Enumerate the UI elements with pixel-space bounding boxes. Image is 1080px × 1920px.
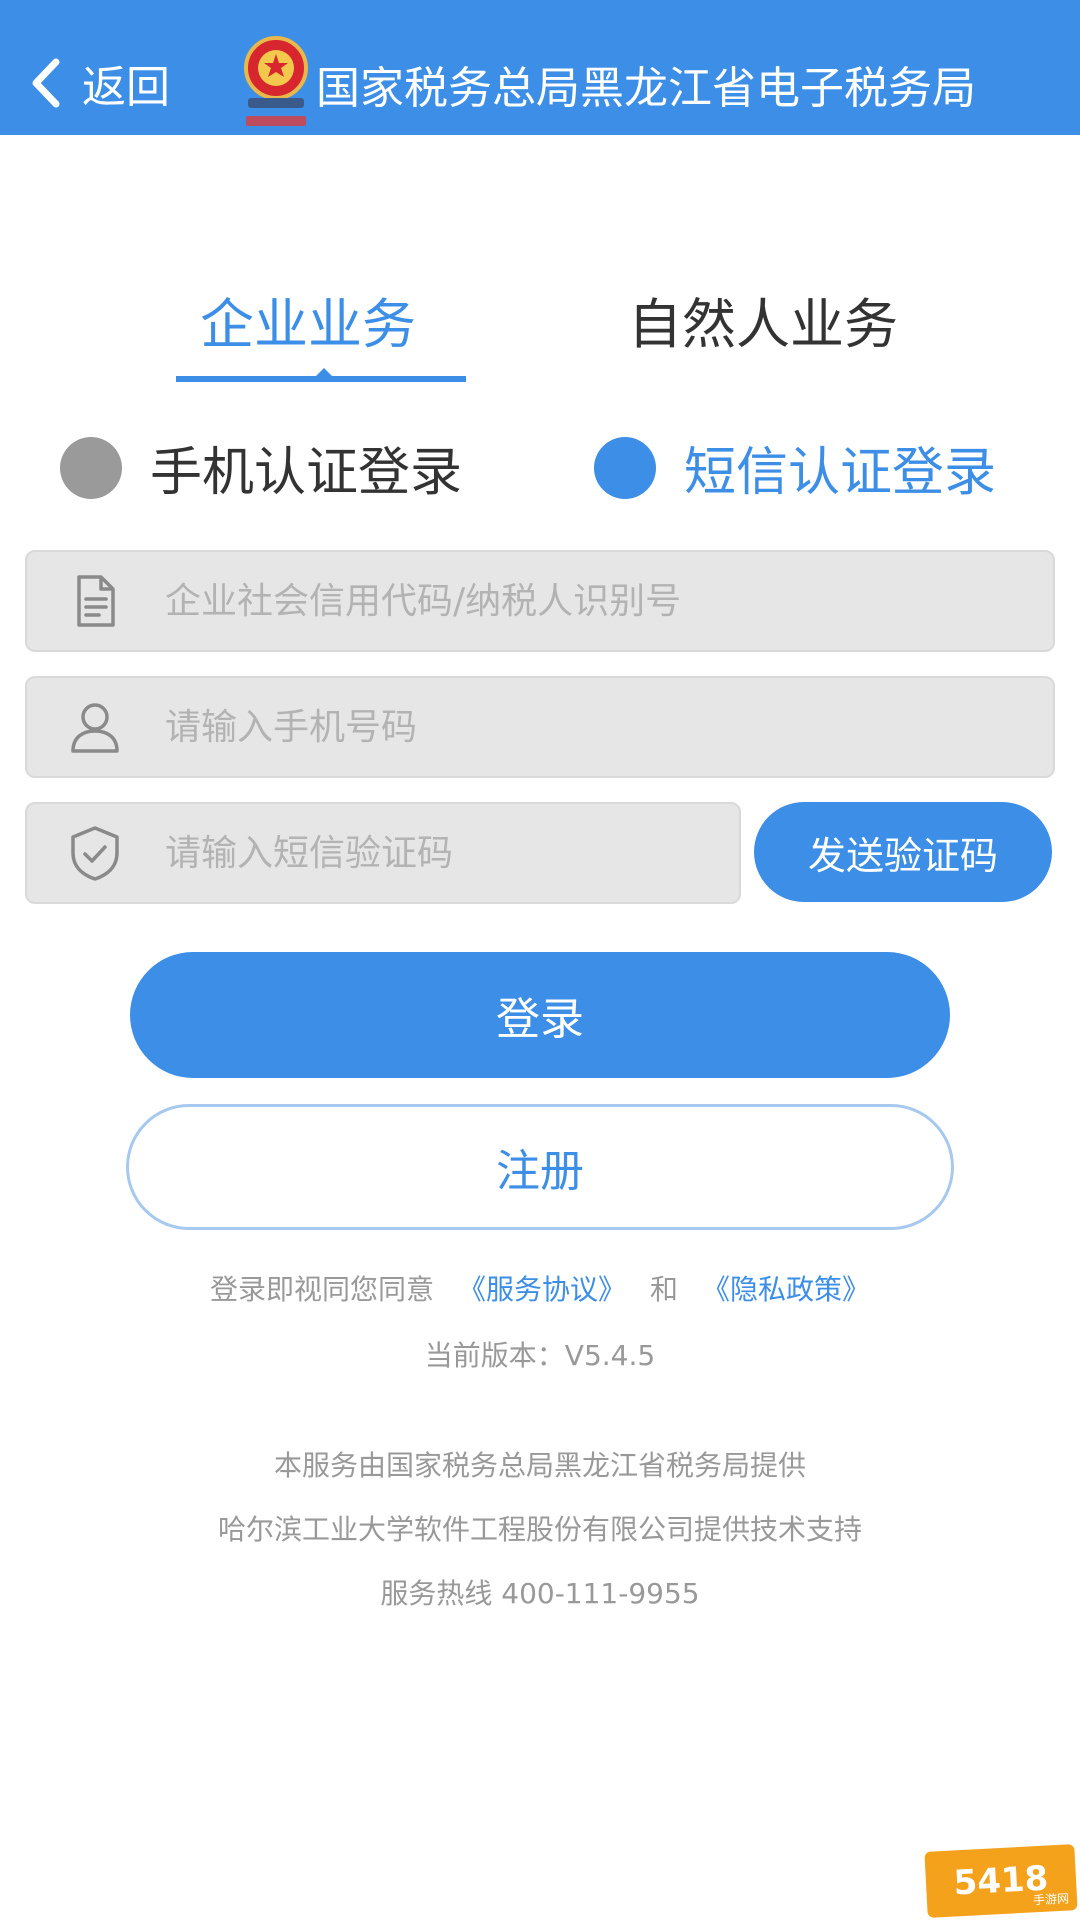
radio-dot-unselected [60, 436, 122, 499]
sms-code-field [25, 802, 741, 904]
agreement-and: 和 [650, 1273, 679, 1306]
phone-field [25, 676, 1055, 778]
site-watermark-logo: 5418 手游网 [924, 1844, 1078, 1918]
register-button[interactable]: 注册 [126, 1104, 954, 1230]
agreement-prefix: 登录即视同您同意 [209, 1273, 434, 1306]
watermark-sub: 手游网 [1032, 1891, 1070, 1908]
privacy-policy-link[interactable]: 《隐私政策》 [702, 1273, 870, 1306]
login-button[interactable]: 登录 [130, 952, 950, 1078]
business-tabs: 企业业务 自然人业务 [0, 280, 1080, 390]
back-button[interactable]: 返回 [28, 48, 170, 118]
login-method-selector: 手机认证登录 短信认证登录 [0, 430, 1080, 503]
radio-dot-selected [594, 436, 656, 499]
user-icon [71, 703, 119, 753]
page-title: 国家税务总局黑龙江省电子税务局 [316, 63, 976, 114]
send-code-button[interactable]: 发送验证码 [754, 802, 1052, 902]
tech-support-text: 哈尔滨工业大学软件工程股份有限公司提供技术支持 [217, 1513, 862, 1546]
shield-check-icon [71, 826, 119, 881]
top-bar: 返回 国家税务总局黑龙江省电子税务局 [0, 0, 1080, 135]
credit-code-field [25, 550, 1055, 652]
radio-label: 短信认证登录 [684, 443, 997, 503]
tax-emblem-logo [244, 36, 308, 126]
back-label: 返回 [82, 62, 170, 113]
phone-input[interactable] [165, 706, 985, 748]
provider-text: 本服务由国家税务总局黑龙江省税务局提供 [273, 1449, 806, 1482]
tab-individual[interactable]: 自然人业务 [628, 280, 898, 359]
active-tab-underline [176, 376, 466, 382]
chevron-left-icon [32, 58, 60, 108]
service-agreement-link[interactable]: 《服务协议》 [458, 1273, 626, 1306]
active-tab-caret [316, 368, 332, 376]
tab-enterprise[interactable]: 企业业务 [200, 280, 416, 359]
radio-label: 手机认证登录 [150, 443, 463, 503]
credit-code-input[interactable] [165, 580, 985, 622]
document-icon [77, 575, 115, 627]
agreement-line: 登录即视同您同意 《服务协议》和《隐私政策》 [0, 1268, 1080, 1308]
version-label: 当前版本：V5.4.5 [424, 1339, 656, 1372]
sms-code-input[interactable] [165, 832, 725, 874]
radio-phone-auth[interactable]: 手机认证登录 [60, 430, 462, 505]
radio-sms-auth[interactable]: 短信认证登录 [594, 430, 996, 505]
hotline-text: 服务热线 400-111-9955 [380, 1577, 700, 1610]
